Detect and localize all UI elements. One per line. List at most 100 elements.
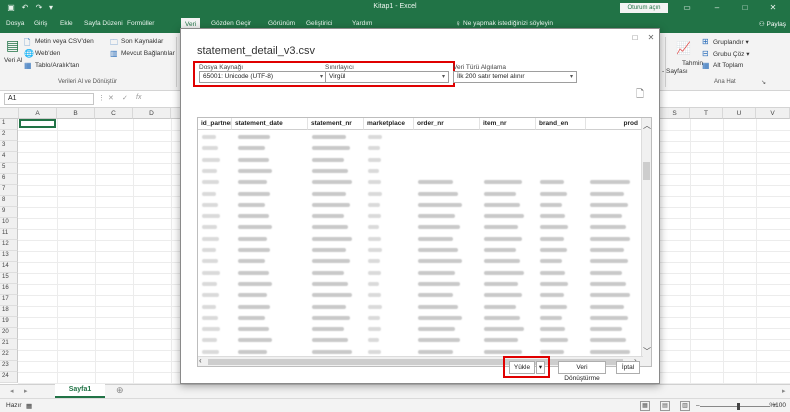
row-header-12[interactable]: 12 [0,240,18,251]
outline-expand-icon[interactable]: ↘ [761,79,766,86]
scroll-right-icon[interactable]: ▸ [782,387,786,395]
from-web-button[interactable]: Web'den [35,50,60,57]
menu-dosya[interactable]: Dosya [6,20,24,27]
data-preview-table[interactable]: id_partner statement_date statement_nr m… [197,117,652,367]
maximize-icon[interactable]: □ [738,2,752,14]
row-header-17[interactable]: 17 [0,295,18,306]
row-header-15[interactable]: 15 [0,273,18,284]
redacted-cell [368,293,381,298]
row-header-20[interactable]: 20 [0,328,18,339]
redacted-cell [202,259,219,264]
csv-import-dialog: □ ✕ statement_detail_v3.csv Dosya Kaynağ… [180,28,660,384]
name-box[interactable]: A1 [4,93,94,105]
row-header-6[interactable]: 6 [0,174,18,185]
zoom-level[interactable]: %100 [769,402,786,409]
vertical-scroll-thumb[interactable] [643,162,650,180]
scroll-up-icon[interactable]: ︿ [643,120,651,131]
minimize-icon[interactable]: – [710,2,724,14]
menu-gelistirici[interactable]: Geliştirici [306,20,332,27]
column-header-t[interactable]: T [690,108,723,119]
row-header-11[interactable]: 11 [0,229,18,240]
document-icon[interactable]: 🗋 [636,87,644,104]
row-header-2[interactable]: 2 [0,130,18,141]
macro-record-icon[interactable]: ▦ [26,402,32,410]
menu-sayfa-duzeni[interactable]: Sayfa Düzeni [84,20,123,27]
subtotal-button[interactable]: Alt Toplam [713,62,743,69]
existing-connections-button[interactable]: Mevcut Bağlantılar [121,50,175,57]
active-cell-a1[interactable] [19,119,56,128]
redacted-cell [238,259,266,264]
cancel-formula-icon[interactable]: ✕ [108,94,114,102]
menu-gorunum[interactable]: Görünüm [268,20,295,27]
row-header-9[interactable]: 9 [0,207,18,218]
column-header-id-partner: id_partner [198,118,232,130]
insert-function-icon[interactable]: fx [136,94,141,101]
page-layout-icon[interactable]: ▤ [660,401,670,411]
page-break-icon[interactable]: ▥ [680,401,690,411]
scroll-down-icon[interactable]: ﹀ [643,346,651,357]
row-header-16[interactable]: 16 [0,284,18,295]
select-all-corner[interactable] [0,108,19,119]
group-button[interactable]: Gruplandır ▾ [713,38,749,46]
transform-data-button[interactable]: Veri Dönüştürme [558,361,606,382]
ungroup-button[interactable]: Grubu Çöz ▾ [713,50,750,58]
signin-button[interactable]: Oturum açın [620,3,668,13]
redacted-cell [590,349,630,354]
row-header-22[interactable]: 22 [0,350,18,361]
row-header-10[interactable]: 10 [0,218,18,229]
row-header-24[interactable]: 24 [0,372,18,383]
from-table-button[interactable]: Tablo/Aralık'tan [35,62,79,69]
row-header-7[interactable]: 7 [0,185,18,196]
close-icon[interactable]: ✕ [766,2,780,14]
row-header-3[interactable]: 3 [0,141,18,152]
dialog-maximize-icon[interactable]: □ [629,33,641,43]
column-header-s[interactable]: S [660,108,690,119]
row-header-19[interactable]: 19 [0,317,18,328]
scroll-left-icon[interactable]: ‹ [199,356,202,365]
prev-sheet-icon[interactable]: ◂ [10,387,14,395]
row-header-5[interactable]: 5 [0,163,18,174]
add-sheet-icon[interactable]: ⊕ [116,385,124,396]
column-header-c[interactable]: C [95,108,133,119]
normal-view-icon[interactable]: ▦ [640,401,650,411]
recent-sources-button[interactable]: Son Kaynaklar [121,38,163,45]
column-header-a[interactable]: A [19,108,57,119]
type-detection-select[interactable]: İlk 200 satır temel alınır ▾ [453,71,577,83]
redacted-cell [238,225,272,230]
menu-yardim[interactable]: Yardım [352,20,372,27]
row-header-23[interactable]: 23 [0,361,18,372]
tell-me-search[interactable]: Ne yapmak istediğinizi söyleyin [463,20,553,27]
ribbon-display-icon[interactable]: ▭ [680,2,694,14]
menu-giris[interactable]: Giriş [34,20,47,27]
forecast-button[interactable]: Tahmin [682,60,703,67]
redacted-cell [484,349,522,354]
next-sheet-icon[interactable]: ▸ [24,387,28,395]
row-header-13[interactable]: 13 [0,251,18,262]
menu-gozden-gecir[interactable]: Gözden Geçir [211,20,251,27]
menu-formuller[interactable]: Formüller [127,20,154,27]
column-header-v[interactable]: V [756,108,790,119]
zoom-slider-handle[interactable] [737,403,740,410]
row-header-21[interactable]: 21 [0,339,18,350]
more-icon[interactable]: ⋮ [98,94,105,102]
row-header-8[interactable]: 8 [0,196,18,207]
sheet-tab-sayfa1[interactable]: Sayfa1 [55,384,105,398]
row-header-4[interactable]: 4 [0,152,18,163]
row-header-18[interactable]: 18 [0,306,18,317]
column-header-b[interactable]: B [57,108,95,119]
column-header-d[interactable]: D [133,108,171,119]
menu-ekle[interactable]: Ekle [60,20,73,27]
column-header-u[interactable]: U [723,108,756,119]
dialog-close-icon[interactable]: ✕ [645,33,657,43]
get-data-icon[interactable]: ▤ [6,37,19,54]
cancel-button[interactable]: İptal [616,361,640,374]
from-csv-button[interactable]: Metin veya CSV'den [35,38,94,45]
share-button[interactable]: ⚇ Paylaş [759,20,786,28]
redacted-cell [418,338,460,343]
row-header-14[interactable]: 14 [0,262,18,273]
enter-formula-icon[interactable]: ✓ [122,94,128,102]
get-data-button[interactable]: Veri Al [4,57,22,64]
preview-vertical-scrollbar[interactable]: ︿ ﹀ [641,118,651,366]
row-header-1[interactable]: 1 [0,119,18,130]
zoom-slider[interactable] [700,406,770,407]
